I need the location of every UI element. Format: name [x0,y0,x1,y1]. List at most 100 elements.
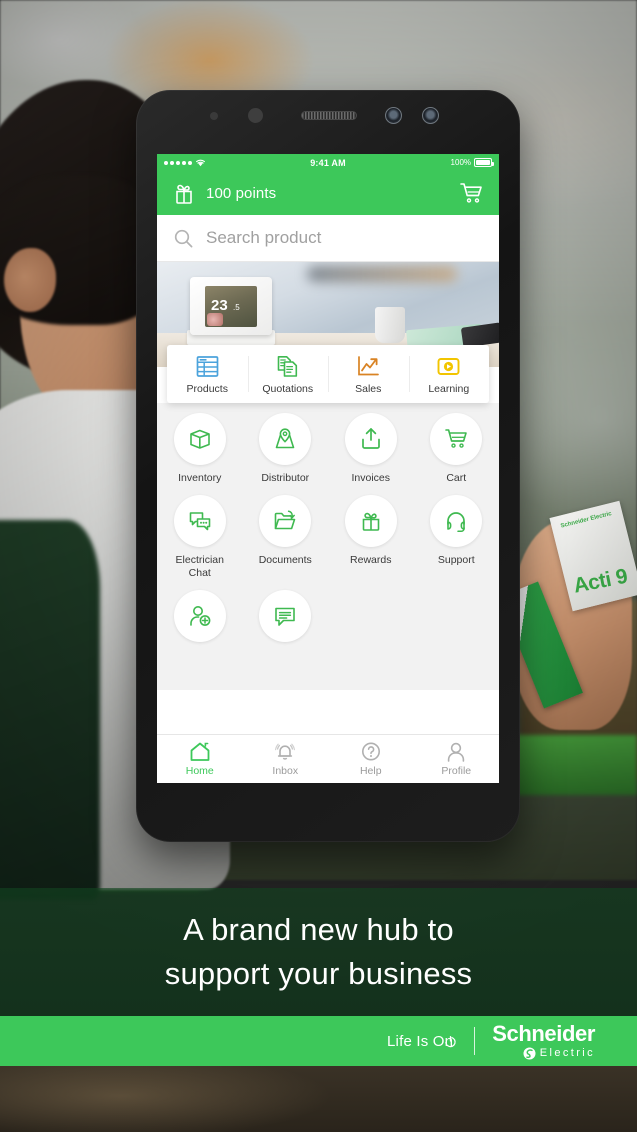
logo-divider [474,1027,476,1055]
tagline-line-2: support your business [164,956,473,991]
quick-tab-quotations[interactable]: Quotations [247,345,329,403]
grid-bubble [430,413,483,465]
upload-tray-icon [361,428,380,449]
grid-item-feedback[interactable] [243,590,329,649]
question-icon [361,742,380,761]
grid-item-support[interactable]: Support [414,495,500,580]
search-icon [174,229,193,247]
search-bar[interactable]: Search product [157,215,499,262]
person-icon [448,742,465,762]
grid-bubble [173,590,226,643]
grid-item-label: Invoices [351,472,391,484]
nav-label: Inbox [272,765,299,777]
battery-percent: 100% [450,158,472,167]
nav-label: Home [185,765,214,777]
tagline-band: A brand new hub to support your business [0,888,637,1016]
quick-tab-sales[interactable]: Sales [328,345,409,403]
quick-actions-card: Products Quotations Sales Learning [167,345,489,403]
play-video-icon [437,357,460,375]
phone-screen: 9:41 AM 100% 100 points Search product 2… [157,154,499,783]
proximity-sensor-icon [210,112,218,120]
add-user-icon [189,606,211,627]
nav-item-profile[interactable]: Profile [414,741,500,777]
front-camera-secondary-icon [422,107,439,124]
points-label: 100 points [206,184,277,202]
brand-sub: Electric [539,1047,595,1059]
table-grid-icon [196,355,219,377]
gift-icon [362,512,380,531]
grid-item-rewards[interactable]: Rewards [328,495,414,580]
home-icon [190,742,210,761]
status-bar: 9:41 AM 100% [157,154,499,171]
wifi-icon [196,159,205,167]
thermostat-screen: 23 .5 [205,286,257,327]
box-icon [189,429,210,449]
thermostat-temp: 23 [211,297,228,314]
grid-bubble [173,413,226,465]
grid-bubble [430,495,483,548]
grid-item-cart[interactable]: Cart [414,413,500,485]
grid-item-label: Electrician Chat [175,554,224,580]
bottom-floor-strip [0,1066,637,1132]
bottom-navigation: Home Inbox Help Profile [157,734,499,783]
quick-tab-label: Learning [428,382,470,395]
quick-tab-label: Quotations [262,382,314,395]
nav-label: Profile [441,765,472,777]
hero-cup [375,307,405,343]
bell-icon [275,743,296,760]
trend-up-icon [357,355,379,375]
folder-icon [274,510,296,530]
features-grid: Inventory Distributor Invoices Cart Elec… [157,403,499,690]
chat-bubbles-icon [189,512,211,531]
status-bar-right: 100% [346,158,495,167]
schneider-electric-logo: Schneider Electric [492,1020,595,1060]
grid-item-electrician-chat[interactable]: Electrician Chat [157,495,243,580]
app-header: 100 points [157,171,499,215]
nav-item-help[interactable]: Help [328,741,414,777]
thermostat-temp-decimal: .5 [233,303,240,312]
grid-bubble [344,495,397,548]
brand-sub-row: Electric [523,1047,595,1060]
grid-item-label: Cart [446,472,467,484]
front-camera-icon [385,107,402,124]
gift-icon [176,184,192,204]
grid-bubble [259,495,312,548]
headset-icon [447,512,466,533]
nav-item-home[interactable]: Home [157,741,243,777]
feedback-icon [275,608,296,627]
grid-bubble [173,495,226,548]
brand-name: Schneider [492,1020,595,1046]
nav-item-inbox[interactable]: Inbox [243,741,329,777]
grid-bubble [344,413,397,465]
se-logo-mark [523,1047,536,1059]
brand-logo-bar: Life Is On Schneider Electric [0,1016,637,1066]
grid-item-label: Support [437,554,475,567]
quick-tab-label: Products [186,382,228,395]
grid-item-inventory[interactable]: Inventory [157,413,243,485]
documents-icon [277,355,298,377]
map-pin-icon [275,428,295,449]
light-sensor-icon [248,108,263,123]
search-input[interactable]: Search product [206,228,321,248]
grid-item-distributor[interactable]: Distributor [243,413,329,485]
grid-item-documents[interactable]: Documents [243,495,329,580]
quick-tab-products[interactable]: Products [167,345,248,403]
grid-item-label: Documents [258,554,312,567]
grid-item-invite[interactable] [157,590,243,649]
phone-device: 9:41 AM 100% 100 points Search product 2… [136,90,520,842]
grid-item-label: Rewards [350,554,392,567]
nav-label: Help [359,765,382,777]
signal-dots-icon [164,160,192,165]
grid-item-label: Distributor [261,472,310,484]
grid-item-invoices[interactable]: Invoices [328,413,414,485]
cart-icon[interactable] [459,182,483,204]
thermostat-wallpaper [207,313,223,326]
features-grid-inner: Inventory Distributor Invoices Cart Elec… [157,413,499,659]
grid-bubble [259,590,312,643]
life-is-on-slogan: Life Is On [387,1033,457,1050]
power-symbol-icon [445,1035,456,1047]
earpiece-speaker [301,111,357,120]
quick-tab-learning[interactable]: Learning [408,345,490,403]
battery-icon [474,158,495,167]
thermostat-device: 23 .5 [190,277,272,335]
